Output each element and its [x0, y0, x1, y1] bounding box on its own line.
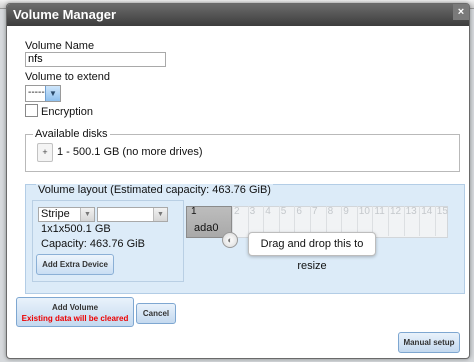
disk-entry: 1 - 500.1 GB (no more drives)	[57, 146, 203, 158]
chevron-down-icon[interactable]: ▼	[153, 208, 167, 221]
volume-extend-label: Volume to extend	[25, 71, 111, 83]
grid-column-number: 10	[358, 206, 370, 217]
volume-layout-legend: Volume layout (Estimated capacity: 463.7…	[36, 184, 273, 196]
layout-secondary-select[interactable]: ▼	[97, 207, 168, 222]
grid-column-number: 14	[421, 206, 433, 217]
grid-column-number: 13	[405, 206, 417, 217]
grid-column-number: 8	[327, 206, 334, 217]
add-volume-button[interactable]: Add Volume Existing data will be cleared	[16, 297, 134, 327]
grid-column-separator	[434, 206, 436, 236]
grid-column-separator	[419, 206, 421, 236]
grid-column-separator	[403, 206, 405, 236]
grid-column-number: 2	[234, 206, 240, 217]
dialog-titlebar: Volume Manager ×	[7, 4, 469, 26]
grid-column-separator	[388, 206, 389, 236]
grid-column-number: 5	[280, 206, 287, 217]
layout-dimensions: 1x1x500.1 GB	[41, 223, 111, 235]
volume-extend-select[interactable]: ----- ▼	[25, 85, 61, 102]
resize-tooltip: Drag and drop this to resize	[248, 232, 376, 272]
available-disks-legend: Available disks	[33, 128, 110, 140]
resize-handle-icon[interactable]: ◐	[222, 232, 238, 248]
grid-column-number: 9	[343, 206, 349, 217]
cancel-button[interactable]: Cancel	[136, 303, 176, 324]
drive-name: ada0	[194, 222, 219, 234]
dialog-title: Volume Manager	[13, 7, 117, 22]
grid-column-number: 11	[374, 206, 385, 217]
layout-type-select[interactable]: Stripe ▼	[38, 207, 95, 222]
chevron-down-icon[interactable]: ▼	[80, 208, 94, 221]
grid-column-number: 3	[249, 206, 256, 217]
chevron-down-icon[interactable]: ▼	[45, 86, 60, 101]
add-volume-label: Add Volume	[51, 303, 99, 312]
close-icon[interactable]: ×	[453, 4, 469, 20]
grid-column-number: 6	[296, 206, 302, 217]
grid-column-number: 4	[265, 206, 271, 217]
add-disk-button[interactable]: +	[37, 143, 53, 162]
add-volume-warning: Existing data will be cleared	[21, 314, 129, 323]
grid-column-separator	[247, 206, 249, 236]
add-extra-device-button[interactable]: Add Extra Device	[36, 254, 114, 275]
grid-column-number: 15	[436, 206, 448, 217]
manual-setup-button[interactable]: Manual setup	[398, 332, 460, 353]
layout-type-value: Stripe	[41, 208, 70, 220]
drive-row-number: 1	[191, 206, 197, 217]
volume-name-input[interactable]	[25, 52, 166, 67]
volume-extend-value: -----	[28, 87, 45, 98]
grid-column-number: 12	[390, 206, 402, 217]
volume-name-label: Volume Name	[25, 40, 95, 52]
layout-capacity: Capacity: 463.76 GiB	[41, 238, 145, 250]
encryption-label: Encryption	[41, 106, 93, 118]
grid-column-number: 7	[312, 206, 318, 217]
encryption-checkbox[interactable]	[25, 104, 38, 117]
